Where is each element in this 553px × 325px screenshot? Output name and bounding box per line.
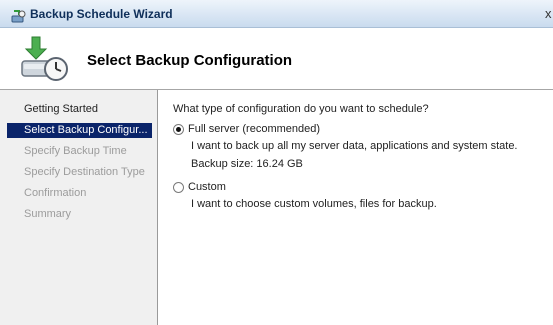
step-summary: Summary [24, 208, 72, 220]
custom-description: I want to choose custom volumes, files f… [191, 198, 437, 210]
step-getting-started[interactable]: Getting Started [7, 102, 152, 117]
step-specify-destination-type: Specify Destination Type [24, 166, 145, 178]
backup-size-text: Backup size: 16.24 GB [191, 158, 303, 170]
custom-label[interactable]: Custom [188, 181, 226, 193]
full-server-label[interactable]: Full server (recommended) [188, 123, 320, 135]
step-specify-backup-time: Specify Backup Time [24, 145, 127, 157]
wizard-header: Select Backup Configuration [0, 28, 553, 90]
window-title: Backup Schedule Wizard [30, 7, 173, 21]
backup-schedule-icon [18, 33, 70, 85]
wizard-content: What type of configuration do you want t… [158, 90, 553, 325]
custom-radio[interactable] [173, 182, 184, 193]
page-title: Select Backup Configuration [87, 52, 293, 69]
step-select-backup-configuration[interactable]: Select Backup Configur... [7, 123, 152, 138]
full-server-description: I want to back up all my server data, ap… [191, 140, 518, 152]
close-icon[interactable]: x [545, 6, 553, 22]
wizard-steps-sidebar: Getting Started Select Backup Configur..… [0, 90, 158, 325]
configuration-question: What type of configuration do you want t… [173, 103, 429, 115]
title-bar[interactable]: Backup Schedule Wizard x [0, 0, 553, 28]
full-server-radio[interactable] [173, 124, 184, 135]
wizard-app-icon [11, 8, 26, 23]
step-confirmation: Confirmation [24, 187, 87, 199]
